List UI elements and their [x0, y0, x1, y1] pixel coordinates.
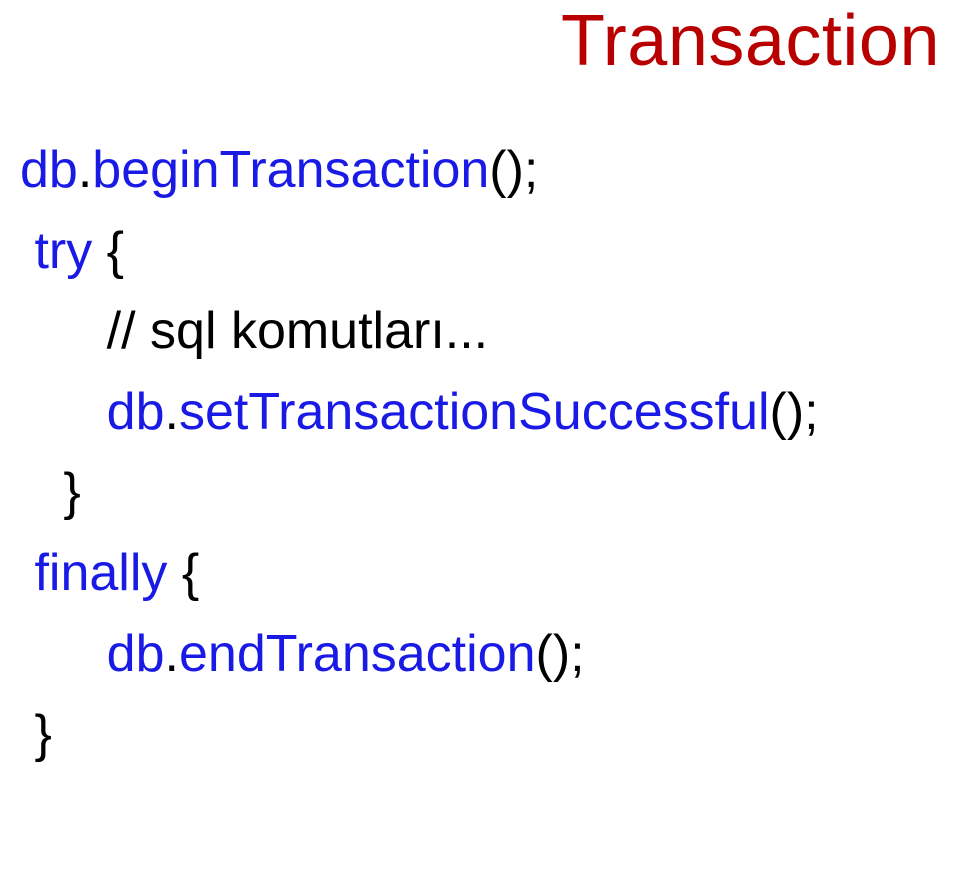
code-token: }	[20, 705, 52, 763]
code-token: ();	[536, 625, 585, 683]
code-token: {	[92, 222, 124, 280]
code-token: setTransactionSuccessful	[179, 383, 770, 441]
code-token: }	[20, 463, 81, 521]
code-token: db	[20, 141, 78, 199]
code-block: db.beginTransaction(); try { // sql komu…	[20, 130, 819, 775]
slide: Transaction db.beginTransaction(); try {…	[0, 0, 960, 889]
code-token: {	[167, 544, 199, 602]
code-token: endTransaction	[179, 625, 536, 683]
code-token: db	[20, 383, 165, 441]
slide-title: Transaction	[561, 0, 940, 82]
code-token: .	[165, 625, 179, 683]
code-token: .	[165, 383, 179, 441]
code-comment: // sql komutları...	[20, 302, 488, 360]
code-token: beginTransaction	[92, 141, 489, 199]
code-token: ();	[770, 383, 819, 441]
code-token: .	[78, 141, 92, 199]
code-token: try	[20, 222, 92, 280]
code-token: ();	[489, 141, 538, 199]
code-token: finally	[20, 544, 167, 602]
code-token: db	[20, 625, 165, 683]
